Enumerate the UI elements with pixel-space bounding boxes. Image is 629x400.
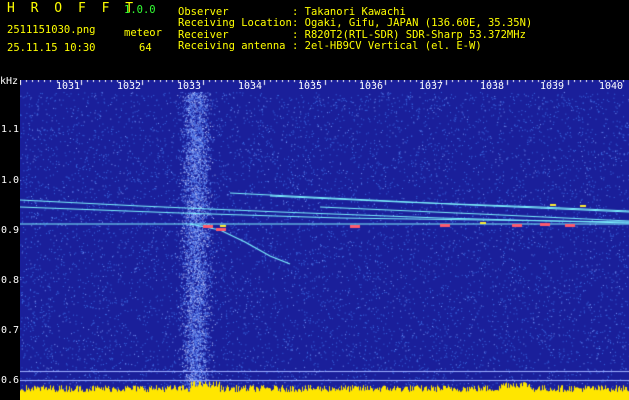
app-name: H R O F F T: [7, 1, 138, 16]
frequency-axis: kHz 1.1 1.0 0.9 0.8 0.7 0.6: [0, 76, 20, 400]
y-tick-label: 0.7: [1, 325, 20, 336]
x-tick-label: 1038: [480, 81, 505, 92]
x-tick-label: 1036: [359, 81, 384, 92]
meteor-count: 64: [139, 42, 152, 54]
meteor-label: meteor: [124, 27, 162, 39]
x-tick-label: 1037: [419, 81, 444, 92]
app-version: 1.0.0: [124, 4, 156, 16]
y-tick-label: 0.9: [1, 225, 20, 236]
y-tick-label: 0.6: [1, 375, 20, 386]
filename: 2511151030.png: [7, 24, 96, 36]
x-tick-label: 1033: [177, 81, 202, 92]
frequency-unit: kHz: [0, 76, 19, 87]
datetime: 25.11.15 10:30: [7, 42, 96, 54]
y-tick-label: 0.8: [1, 275, 20, 286]
info-key-location: Receiving Location: [178, 17, 292, 29]
x-tick-label: 1035: [298, 81, 323, 92]
x-tick-label: 1034: [238, 81, 263, 92]
y-tick-label: 1.0: [1, 175, 20, 186]
time-axis: 1031 1032 1033 1034 1035 1036 1037 1038 …: [20, 80, 629, 92]
spectrogram-canvas: [20, 80, 629, 400]
x-tick-label: 1040: [599, 81, 624, 92]
x-tick-label: 1039: [540, 81, 565, 92]
x-tick-label: 1032: [117, 81, 142, 92]
header: H R O F F T 1.0.0 2511151030.png meteor …: [0, 0, 629, 80]
info-key-antenna: Receiving antenna: [178, 40, 286, 52]
y-tick-label: 1.1: [1, 124, 20, 135]
info-value-antenna: : 2el-HB9CV Vertical (el. E-W): [292, 40, 482, 52]
info-value-location: : Ogaki, Gifu, JAPAN (136.60E, 35.35N): [292, 17, 533, 29]
x-tick-label: 1031: [56, 81, 81, 92]
